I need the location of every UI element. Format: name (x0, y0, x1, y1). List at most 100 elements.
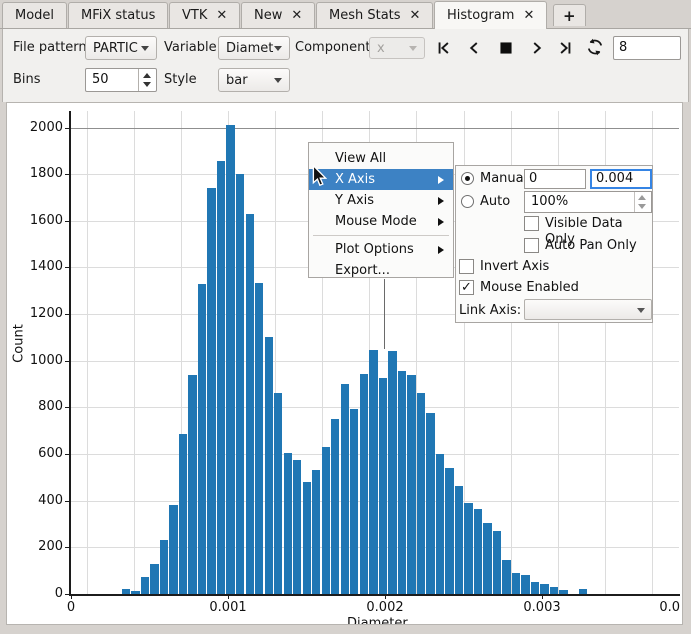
y-tick-label: 0 (13, 586, 63, 601)
x-tick-label: 0.002 (366, 600, 403, 615)
gridline-vertical (87, 111, 88, 594)
file-pattern-select[interactable]: PARTIC (85, 36, 157, 60)
new-tab-button[interactable]: + (553, 4, 586, 26)
manual-radio[interactable] (461, 172, 474, 185)
stop-button[interactable] (496, 38, 516, 58)
style-select[interactable]: bar (218, 68, 290, 92)
visible-data-only-checkbox[interactable] (524, 216, 539, 231)
tab-label: Mesh Stats (329, 8, 401, 23)
menu-item-mouse-mode[interactable]: Mouse Mode (309, 211, 453, 232)
tab-label: New (254, 8, 282, 23)
histogram-bar (540, 584, 548, 594)
chevron-down-icon (637, 308, 645, 313)
histogram-bar (169, 505, 177, 594)
spinner-buttons[interactable] (138, 69, 156, 91)
y-tick-label: 1800 (13, 166, 63, 181)
menu-item-x-axis[interactable]: X Axis (309, 169, 453, 190)
spin-up-icon[interactable] (638, 195, 646, 200)
mouse-enabled-checkbox[interactable]: ✓ (459, 280, 474, 295)
step-forward-button[interactable] (527, 38, 547, 58)
y-tick-mark (65, 314, 69, 315)
tab-close-icon[interactable]: ✕ (523, 9, 534, 22)
histogram-bar (303, 482, 311, 594)
variable-value: Diamet (226, 41, 273, 56)
menu-item-plot-options[interactable]: Plot Options (309, 239, 453, 260)
histogram-bar (369, 350, 377, 594)
tab-close-icon[interactable]: ✕ (291, 9, 302, 22)
axis-max-input[interactable]: 0.004 (590, 169, 652, 189)
chevron-down-icon (409, 46, 417, 51)
spin-down-icon[interactable] (143, 82, 151, 87)
spinner-buttons[interactable] (634, 192, 651, 212)
checkbox-label: Invert Axis (480, 259, 549, 275)
y-tick-mark (65, 407, 69, 408)
tab-mesh-stats[interactable]: Mesh Stats ✕ (316, 2, 433, 28)
y-tick-mark (65, 454, 69, 455)
tab-vtk[interactable]: VTK✕ (169, 2, 240, 28)
x-tick-mark (542, 595, 543, 599)
menu-item-y-axis[interactable]: Y Axis (309, 190, 453, 211)
histogram-bar (293, 460, 301, 594)
histogram-bar (312, 470, 320, 594)
variable-select[interactable]: Diamet (218, 36, 290, 60)
bins-spinbox[interactable]: 50 (85, 68, 157, 92)
axis-min-input[interactable]: 0 (524, 169, 586, 189)
y-tick-mark (65, 267, 69, 268)
menu-separator (309, 232, 453, 239)
tab-label: Model (15, 8, 54, 23)
step-back-button[interactable] (464, 38, 484, 58)
x-tick-label: 0.001 (209, 600, 246, 615)
auto-pan-only-checkbox[interactable] (524, 238, 539, 253)
histogram-bar (455, 486, 463, 594)
histogram-bar (493, 531, 501, 594)
x-axis-title: Diameter (347, 616, 408, 625)
auto-radio[interactable] (461, 195, 474, 208)
gridline-vertical (134, 111, 135, 594)
tab-histogram[interactable]: Histogram ✕ (434, 1, 547, 29)
component-label: Component (295, 36, 370, 60)
histogram-bar (284, 453, 292, 594)
histogram-bar (150, 564, 158, 594)
histogram-bar (407, 375, 415, 594)
skip-first-button[interactable] (434, 38, 454, 58)
histogram-bar (521, 575, 529, 594)
tab-new[interactable]: New ✕ (241, 2, 315, 28)
tab-close-icon[interactable]: ✕ (410, 9, 421, 22)
skip-last-button[interactable] (555, 38, 575, 58)
x-tick-mark (228, 595, 229, 599)
link-axis-select[interactable] (524, 299, 652, 320)
frame-index-input[interactable]: 8 (613, 36, 681, 60)
variable-label: Variable (164, 36, 217, 60)
mouse-cursor (312, 165, 327, 187)
histogram-bar (246, 214, 254, 594)
menu-item-view-all[interactable]: View All (309, 148, 453, 169)
auto-percent-spinbox[interactable]: 100% (524, 191, 652, 213)
histogram-toolbar: File pattern PARTIC Variable Diamet Comp… (2, 29, 689, 102)
refresh-button[interactable] (585, 37, 605, 57)
histogram-bar (417, 393, 425, 594)
spin-down-icon[interactable] (638, 204, 646, 209)
x-tick-mark (385, 595, 386, 599)
invert-axis-checkbox[interactable] (459, 259, 474, 274)
spin-up-icon[interactable] (143, 73, 151, 78)
tab-close-icon[interactable]: ✕ (216, 9, 227, 22)
tab-model[interactable]: Model (2, 2, 67, 28)
file-pattern-label: File pattern (13, 36, 87, 60)
menu-item-export[interactable]: Export... (309, 260, 453, 281)
histogram-bar (236, 174, 244, 594)
plot-context-menu: View AllX AxisY AxisMouse Mode Plot Optio… (308, 142, 454, 278)
y-tick-mark (65, 361, 69, 362)
tab-bar: ModelMFiX statusVTK✕New✕Mesh Stats✕Histo… (0, 0, 691, 29)
histogram-bar (179, 434, 187, 594)
y-tick-label: 800 (13, 399, 63, 414)
mfix-window: ModelMFiX statusVTK✕New✕Mesh Stats✕Histo… (0, 0, 691, 634)
chevron-down-icon (274, 78, 282, 83)
tab-mfix-status[interactable]: MFiX status (68, 2, 168, 28)
y-axis-line (69, 111, 71, 595)
x-axis-line (69, 594, 680, 596)
y-tick-label: 600 (13, 446, 63, 461)
bins-value: 50 (92, 69, 109, 91)
histogram-bar (255, 283, 263, 594)
y-tick-mark (65, 174, 69, 175)
tab-label: Histogram (447, 8, 514, 23)
